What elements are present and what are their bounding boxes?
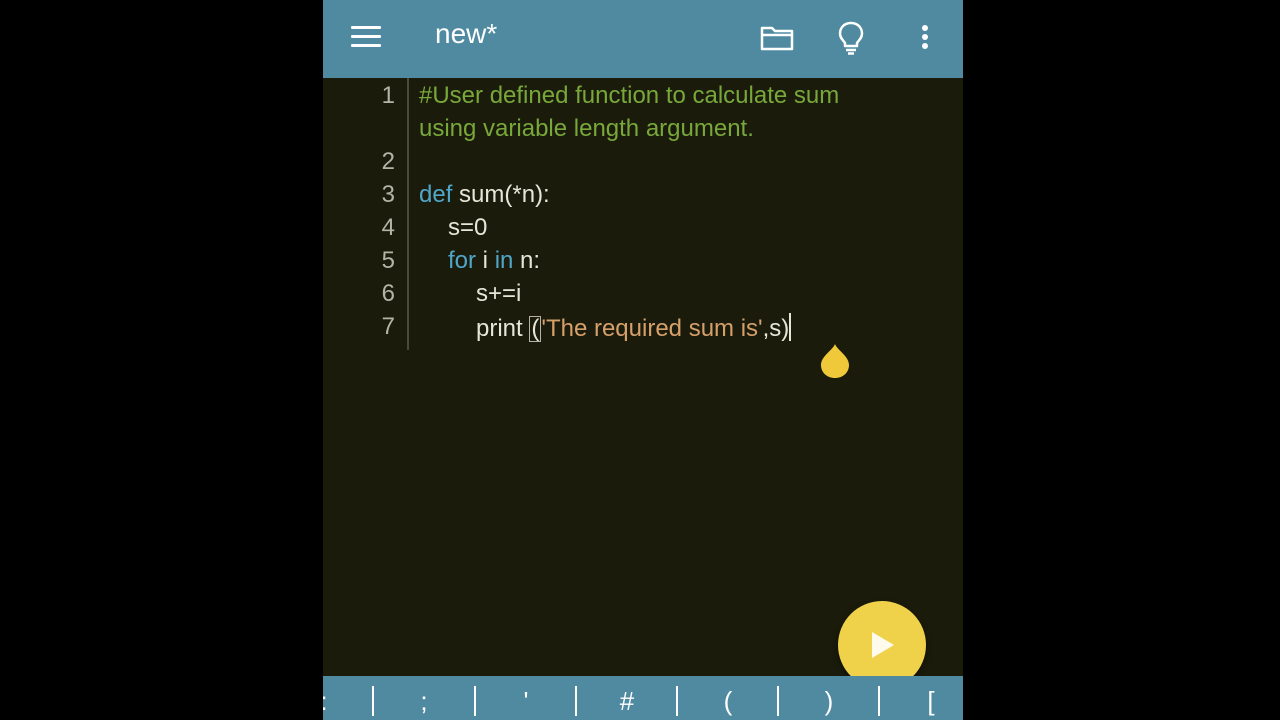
gutter-divider bbox=[407, 78, 409, 350]
code-line-4: s=0 bbox=[448, 214, 488, 241]
cursor-handle-icon[interactable] bbox=[819, 342, 851, 380]
phone-screen: new* 1 2 3 4 5 6 7 #User defined functio… bbox=[323, 0, 963, 720]
key-divider bbox=[878, 686, 880, 716]
line-number: 6 bbox=[381, 280, 395, 307]
key-open-bracket[interactable]: [ bbox=[881, 676, 963, 720]
code-comment-line1: #User defined function to calculate sum bbox=[419, 82, 840, 109]
key-colon[interactable]: : bbox=[323, 676, 374, 720]
matched-bracket: ( bbox=[529, 315, 542, 342]
line-number: 5 bbox=[381, 247, 395, 274]
key-semicolon[interactable]: ; bbox=[374, 676, 474, 720]
app-bar: new* bbox=[323, 0, 963, 78]
code-line-3: def sum(*n): bbox=[419, 181, 550, 209]
folder-icon[interactable] bbox=[757, 18, 797, 58]
code-text: print bbox=[476, 315, 530, 342]
symbol-keybar: : ; ' # ( ) [ bbox=[323, 676, 963, 720]
code-line-7: print ('The required sum is',s) bbox=[476, 313, 792, 343]
lightbulb-icon[interactable] bbox=[831, 18, 871, 58]
code-comment-line1-wrap: using variable length argument. bbox=[419, 115, 754, 142]
key-quote[interactable]: ' bbox=[476, 676, 576, 720]
more-vert-icon[interactable] bbox=[905, 18, 945, 58]
code-line-6: s+=i bbox=[476, 280, 522, 307]
line-number: 2 bbox=[381, 148, 395, 175]
line-number: 7 bbox=[381, 313, 395, 340]
line-number: 4 bbox=[381, 214, 395, 241]
menu-icon[interactable] bbox=[351, 26, 381, 48]
key-hash[interactable]: # bbox=[577, 676, 677, 720]
code-text: ,s) bbox=[762, 315, 790, 342]
string-literal: 'The required sum is' bbox=[541, 315, 763, 342]
code-text: n: bbox=[513, 247, 541, 274]
keyword-in: in bbox=[494, 247, 514, 274]
line-number: 1 bbox=[381, 82, 395, 109]
keyword-for: for bbox=[448, 247, 477, 274]
key-open-paren[interactable]: ( bbox=[678, 676, 778, 720]
code-line-5: for i in n: bbox=[448, 247, 540, 275]
code-text: sum(*n): bbox=[452, 181, 550, 208]
play-icon bbox=[872, 632, 894, 658]
text-cursor bbox=[789, 313, 792, 341]
code-editor[interactable]: 1 2 3 4 5 6 7 #User defined function to … bbox=[323, 78, 963, 676]
keyword-def: def bbox=[419, 181, 453, 208]
file-title: new* bbox=[435, 18, 498, 49]
key-close-paren[interactable]: ) bbox=[779, 676, 879, 720]
code-text: i bbox=[476, 247, 495, 274]
line-number: 3 bbox=[381, 181, 395, 208]
